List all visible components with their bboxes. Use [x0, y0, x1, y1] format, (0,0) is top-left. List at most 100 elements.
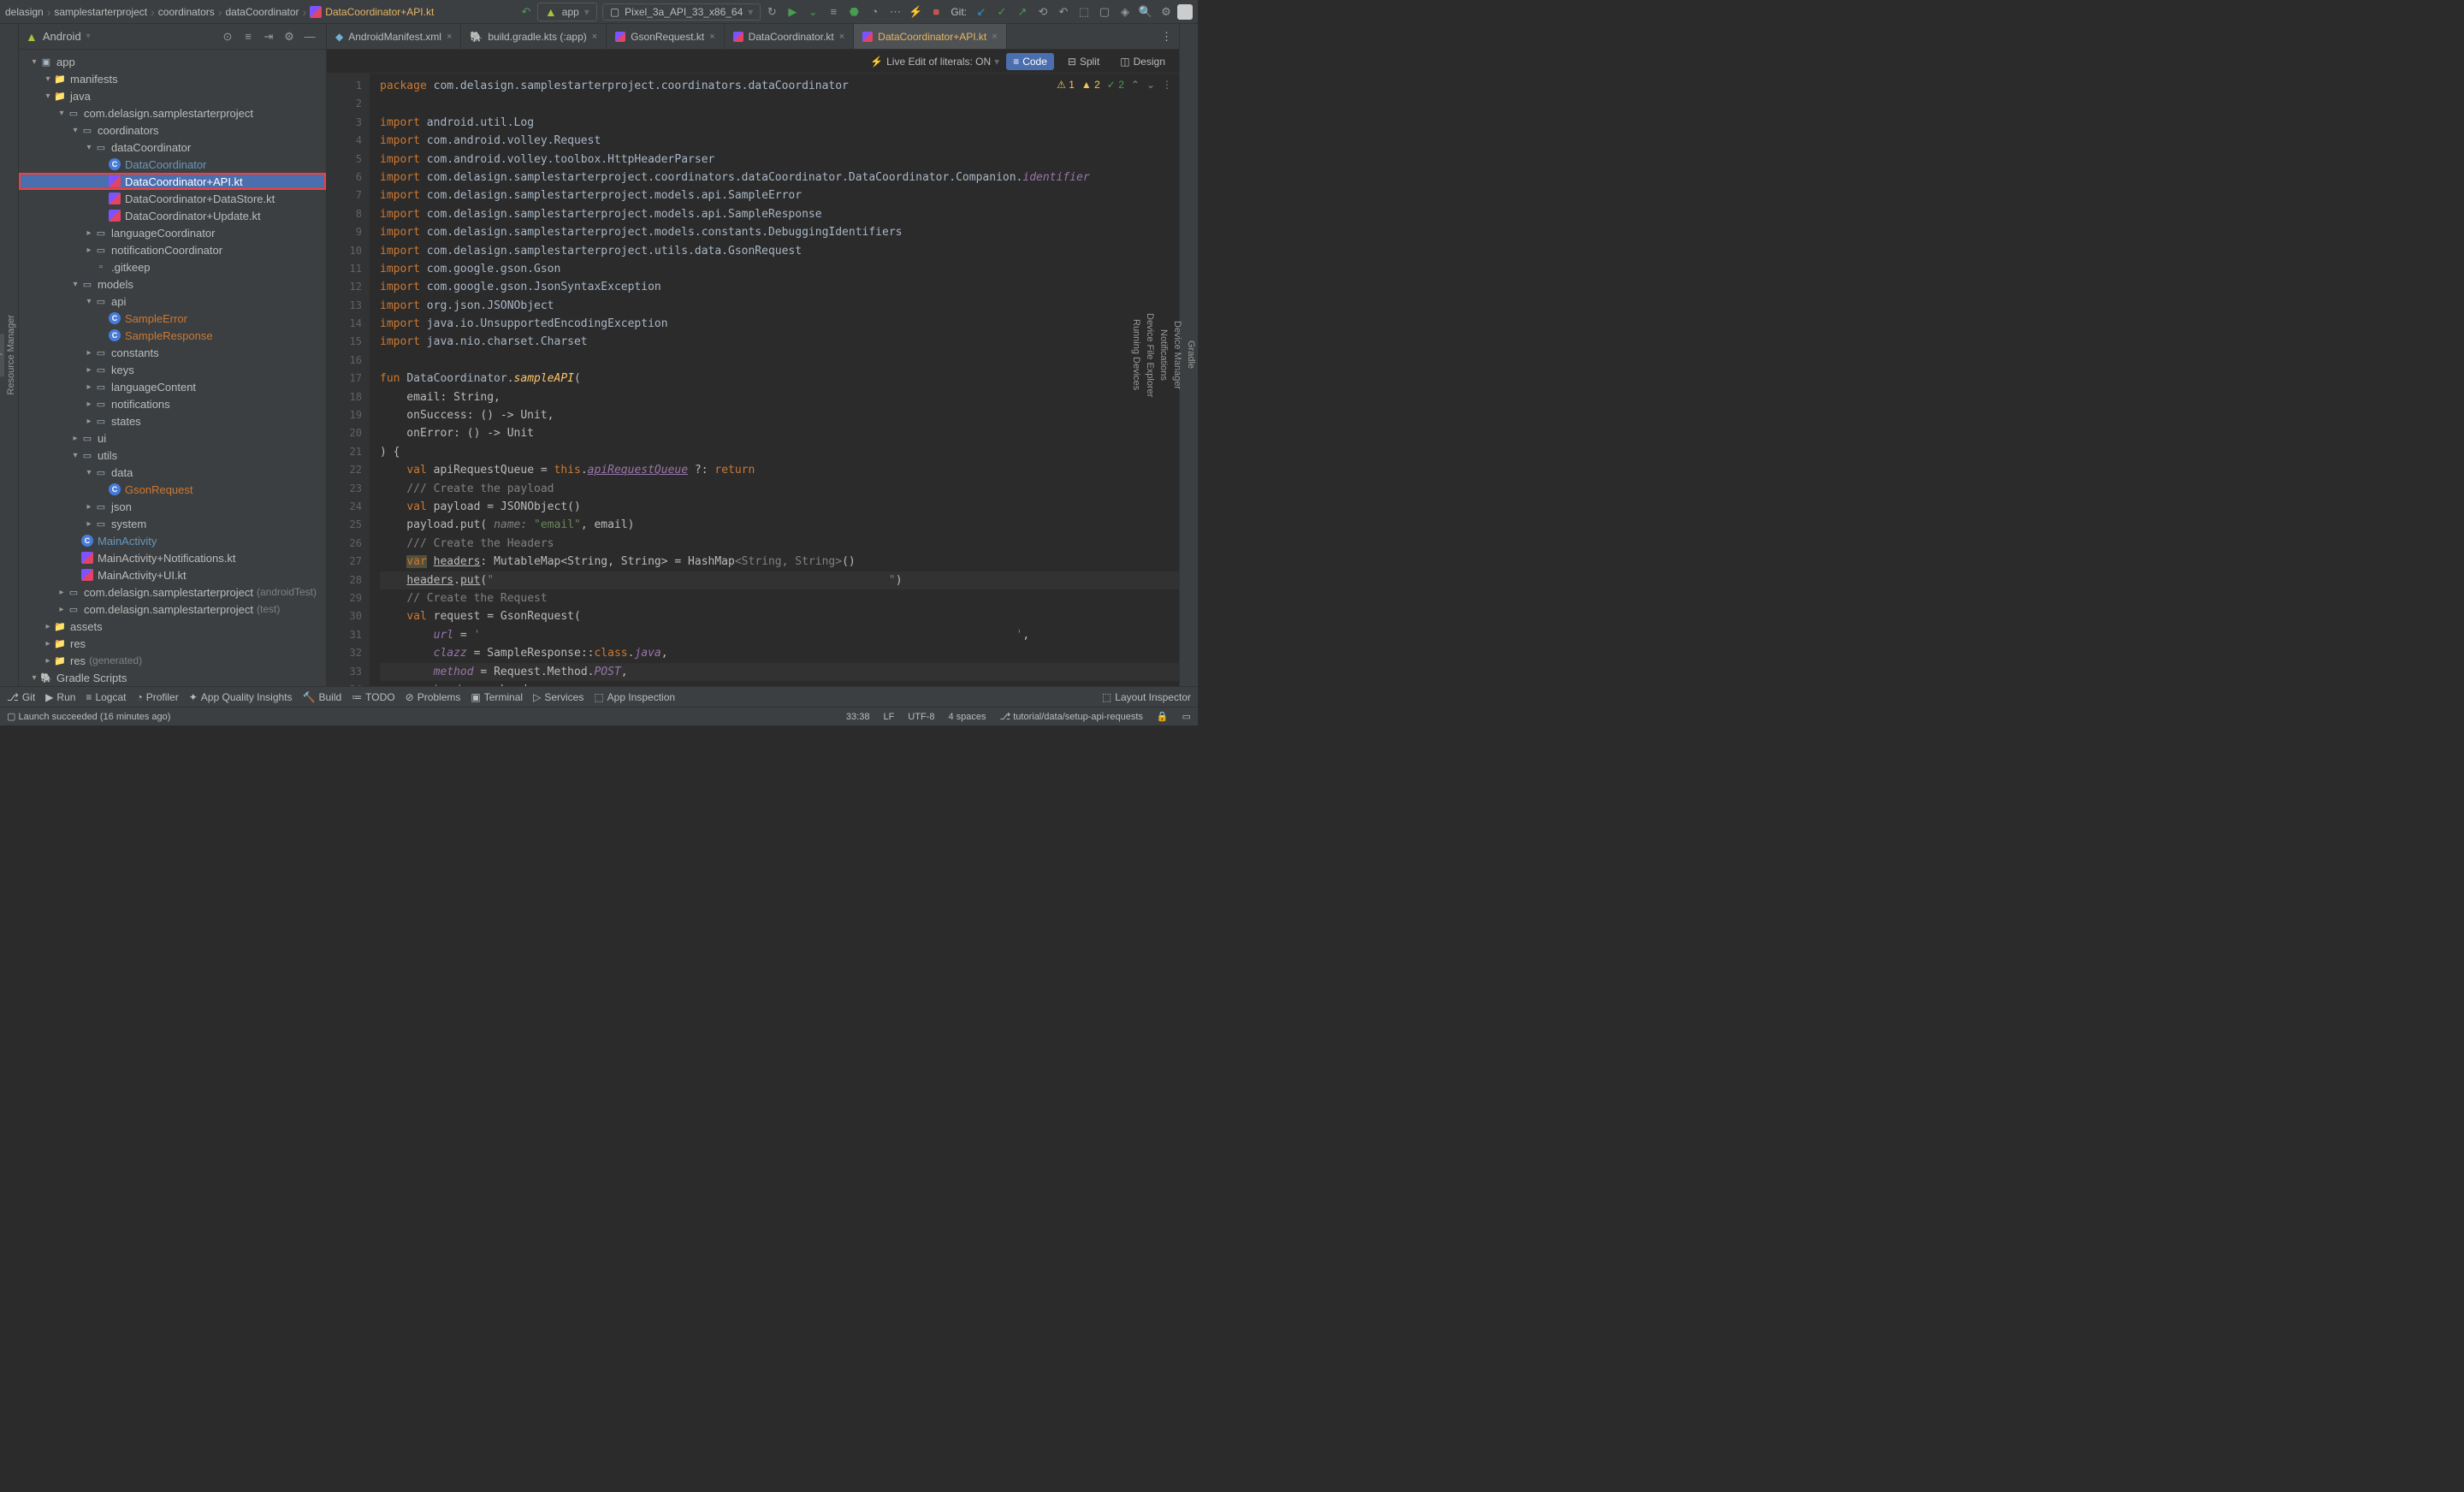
tree-item[interactable]: CMainActivity	[19, 532, 326, 549]
tree-item[interactable]: MainActivity+UI.kt	[19, 566, 326, 583]
tree-item[interactable]: ▾📁java	[19, 87, 326, 104]
bottom-tool-button[interactable]: ▶Run	[45, 691, 75, 703]
tree-item[interactable]: ▸▭keys	[19, 361, 326, 378]
coverage-icon[interactable]: ≡	[824, 3, 843, 21]
split-view-button[interactable]: ⊟ Split	[1061, 53, 1106, 70]
select-opened-icon[interactable]: ⊙	[218, 27, 237, 46]
crumb[interactable]: dataCoordinator	[225, 6, 299, 18]
device-selector[interactable]: ▢Pixel_3a_API_33_x86_64▾	[602, 3, 761, 21]
run-icon[interactable]: ▶	[783, 3, 802, 21]
tree-item[interactable]: CDataCoordinator	[19, 156, 326, 173]
tool-window-button[interactable]: Gradle	[1184, 334, 1198, 376]
editor-tab[interactable]: GsonRequest.kt×	[607, 24, 724, 49]
git-branch[interactable]: ⎇ tutorial/data/setup-api-requests	[1000, 711, 1143, 722]
line-separator[interactable]: LF	[883, 712, 894, 722]
debug-icon[interactable]: ⌄	[803, 3, 822, 21]
bottom-tool-button[interactable]: ▣Terminal	[471, 691, 523, 703]
bottom-tool-button[interactable]: ▷Services	[533, 691, 583, 703]
tree-item[interactable]: ▸▭com.delasign.samplestarterproject(andr…	[19, 583, 326, 601]
editor-tab[interactable]: 🐘build.gradle.kts (:app)×	[461, 24, 607, 49]
stop-icon[interactable]: ■	[927, 3, 945, 21]
tree-item[interactable]: ▸▭system	[19, 515, 326, 532]
avd-icon[interactable]: ⬚	[1075, 3, 1093, 21]
attach-icon[interactable]: ◔	[865, 3, 884, 21]
bottom-tool-button[interactable]: ⎇Git	[7, 691, 35, 703]
close-tab-icon[interactable]: ×	[992, 32, 997, 42]
search-icon[interactable]: 🔍	[1136, 3, 1155, 21]
collapse-icon[interactable]: ⇥	[259, 27, 278, 46]
undo-icon[interactable]: ↶	[1054, 3, 1073, 21]
crumb[interactable]: coordinators	[158, 6, 215, 18]
crumb[interactable]: delasign	[5, 6, 44, 18]
tree-item[interactable]: CSampleResponse	[19, 327, 326, 344]
live-edit-toggle[interactable]: ⚡Live Edit of literals: ON▾	[870, 56, 999, 68]
tree-item[interactable]: ▾📁manifests	[19, 70, 326, 87]
tree-item[interactable]: DataCoordinator+Update.kt	[19, 207, 326, 224]
warning-indicator[interactable]: ▲ 2	[1081, 79, 1100, 91]
git-commit-icon[interactable]: ✓	[992, 3, 1011, 21]
tree-item[interactable]: ▾▭data	[19, 464, 326, 481]
close-tab-icon[interactable]: ×	[447, 32, 452, 42]
editor-tab[interactable]: DataCoordinator.kt×	[725, 24, 855, 49]
code-view-button[interactable]: ≡ Code	[1006, 53, 1054, 70]
tree-item[interactable]: ▸▭languageCoordinator	[19, 224, 326, 241]
tree-item[interactable]: ▾▭utils	[19, 447, 326, 464]
gear-icon[interactable]: ⚙	[280, 27, 299, 46]
tree-item[interactable]: ▫.gitkeep	[19, 258, 326, 275]
profile-icon[interactable]: ⬣	[844, 3, 863, 21]
inspection-bar[interactable]: ⚠ 1 ▲ 2 ✓ 2 ⌃⌄⋮	[1057, 79, 1172, 91]
tree-item[interactable]: DataCoordinator+API.kt	[19, 173, 326, 190]
encoding[interactable]: UTF-8	[908, 712, 934, 722]
tree-item[interactable]: ▸📁assets	[19, 618, 326, 635]
tree-item[interactable]: ▾▭models	[19, 275, 326, 293]
tree-item[interactable]: MainActivity+Notifications.kt	[19, 549, 326, 566]
tree-item[interactable]: DataCoordinator+DataStore.kt	[19, 190, 326, 207]
tree-item[interactable]: ▸▭com.delasign.samplestarterproject(test…	[19, 601, 326, 618]
crumb[interactable]: samplestarterproject	[54, 6, 147, 18]
resource-icon[interactable]: ◈	[1116, 3, 1134, 21]
tree-item[interactable]: ▸📁res(generated)	[19, 652, 326, 669]
tree-item[interactable]: CGsonRequest	[19, 481, 326, 498]
tree-item[interactable]: ▾🐘Gradle Scripts	[19, 669, 326, 686]
design-view-button[interactable]: ◫ Design	[1113, 53, 1172, 70]
tree-item[interactable]: ▾▭dataCoordinator	[19, 139, 326, 156]
git-update-icon[interactable]: ↙	[972, 3, 991, 21]
sdk-icon[interactable]: ▢	[1095, 3, 1114, 21]
crumb-active[interactable]: DataCoordinator+API.kt	[310, 6, 434, 18]
git-push-icon[interactable]: ↗	[1013, 3, 1032, 21]
project-view-selector[interactable]: ▲Android▾	[26, 30, 218, 44]
error-indicator[interactable]: ⚠ 1	[1057, 79, 1075, 91]
run-config-selector[interactable]: ▲app▾	[537, 3, 597, 21]
tree-item[interactable]: ▾▭coordinators	[19, 121, 326, 139]
flash-icon[interactable]: ⚡	[906, 3, 925, 21]
bottom-tool-button[interactable]: ⊘Problems	[406, 691, 461, 703]
tree-item[interactable]: ▾▣app	[19, 53, 326, 70]
avatar-icon[interactable]	[1177, 4, 1193, 20]
bottom-tool-button[interactable]: ✦App Quality Insights	[189, 691, 293, 703]
project-tree[interactable]: ▾▣app▾📁manifests▾📁java▾▭com.delasign.sam…	[19, 50, 326, 686]
lock-icon[interactable]: 🔒	[1157, 711, 1169, 722]
bottom-tool-button[interactable]: ◔Profiler	[136, 691, 178, 703]
close-tab-icon[interactable]: ×	[592, 32, 597, 42]
bottom-tool-button[interactable]: ≔TODO	[352, 691, 394, 703]
back-icon[interactable]: ↶	[517, 3, 536, 21]
tree-item[interactable]: ▸▭ui	[19, 429, 326, 447]
tool-window-button[interactable]: Project	[0, 334, 4, 376]
close-tab-icon[interactable]: ×	[839, 32, 844, 42]
hide-icon[interactable]: —	[300, 27, 319, 46]
bottom-tool-button[interactable]: 🔨Build	[303, 691, 342, 703]
sync-icon[interactable]: ↻	[762, 3, 781, 21]
tabs-overflow-icon[interactable]: ⋮	[1154, 24, 1179, 49]
tree-item[interactable]: CSampleError	[19, 310, 326, 327]
tree-item[interactable]: ▸▭notificationCoordinator	[19, 241, 326, 258]
editor-tab[interactable]: ◆AndroidManifest.xml×	[327, 24, 461, 49]
bottom-tool-button[interactable]: ≡Logcat	[86, 691, 126, 703]
line-number-gutter[interactable]: 1234567891011121314151617181920212223242…	[327, 74, 370, 686]
tree-item[interactable]: ▸▭states	[19, 412, 326, 429]
bottom-tool-button[interactable]: ⬚App Inspection	[594, 691, 675, 703]
cursor-position[interactable]: 33:38	[846, 712, 870, 722]
layout-inspector-button[interactable]: ⬚Layout Inspector	[1102, 691, 1191, 703]
more-icon[interactable]: ⋯	[886, 3, 904, 21]
tree-item[interactable]: ▸▭notifications	[19, 395, 326, 412]
memory-icon[interactable]: ▭	[1182, 711, 1191, 722]
